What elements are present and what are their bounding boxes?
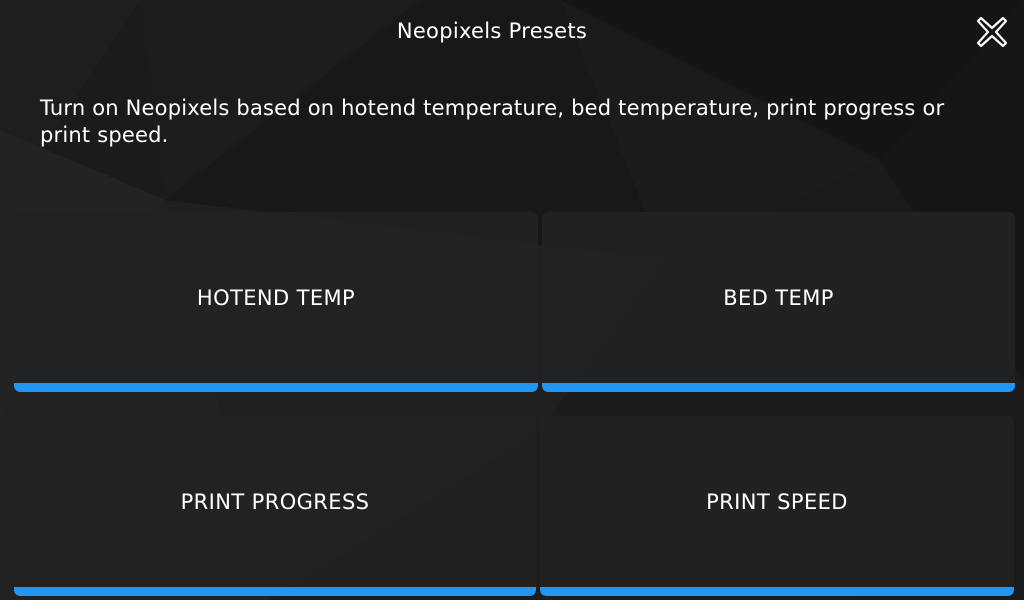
close-icon bbox=[976, 16, 1008, 48]
accent-bar bbox=[542, 383, 1015, 392]
bed-temp-button[interactable]: BED TEMP bbox=[542, 212, 1015, 392]
hotend-temp-button[interactable]: HOTEND TEMP bbox=[14, 212, 538, 392]
bed-temp-label: BED TEMP bbox=[723, 285, 834, 310]
close-button[interactable] bbox=[970, 12, 1014, 52]
print-progress-label: PRINT PROGRESS bbox=[180, 489, 370, 514]
print-speed-button[interactable]: PRINT SPEED bbox=[540, 416, 1014, 596]
accent-bar bbox=[540, 587, 1014, 596]
page-title: Neopixels Presets bbox=[396, 19, 588, 43]
description-text: Turn on Neopixels based on hotend temper… bbox=[40, 96, 945, 147]
hotend-temp-label: HOTEND TEMP bbox=[196, 285, 356, 310]
accent-bar bbox=[14, 587, 536, 596]
print-progress-button[interactable]: PRINT PROGRESS bbox=[14, 416, 536, 596]
accent-bar bbox=[14, 383, 538, 392]
print-speed-label: PRINT SPEED bbox=[706, 489, 848, 514]
